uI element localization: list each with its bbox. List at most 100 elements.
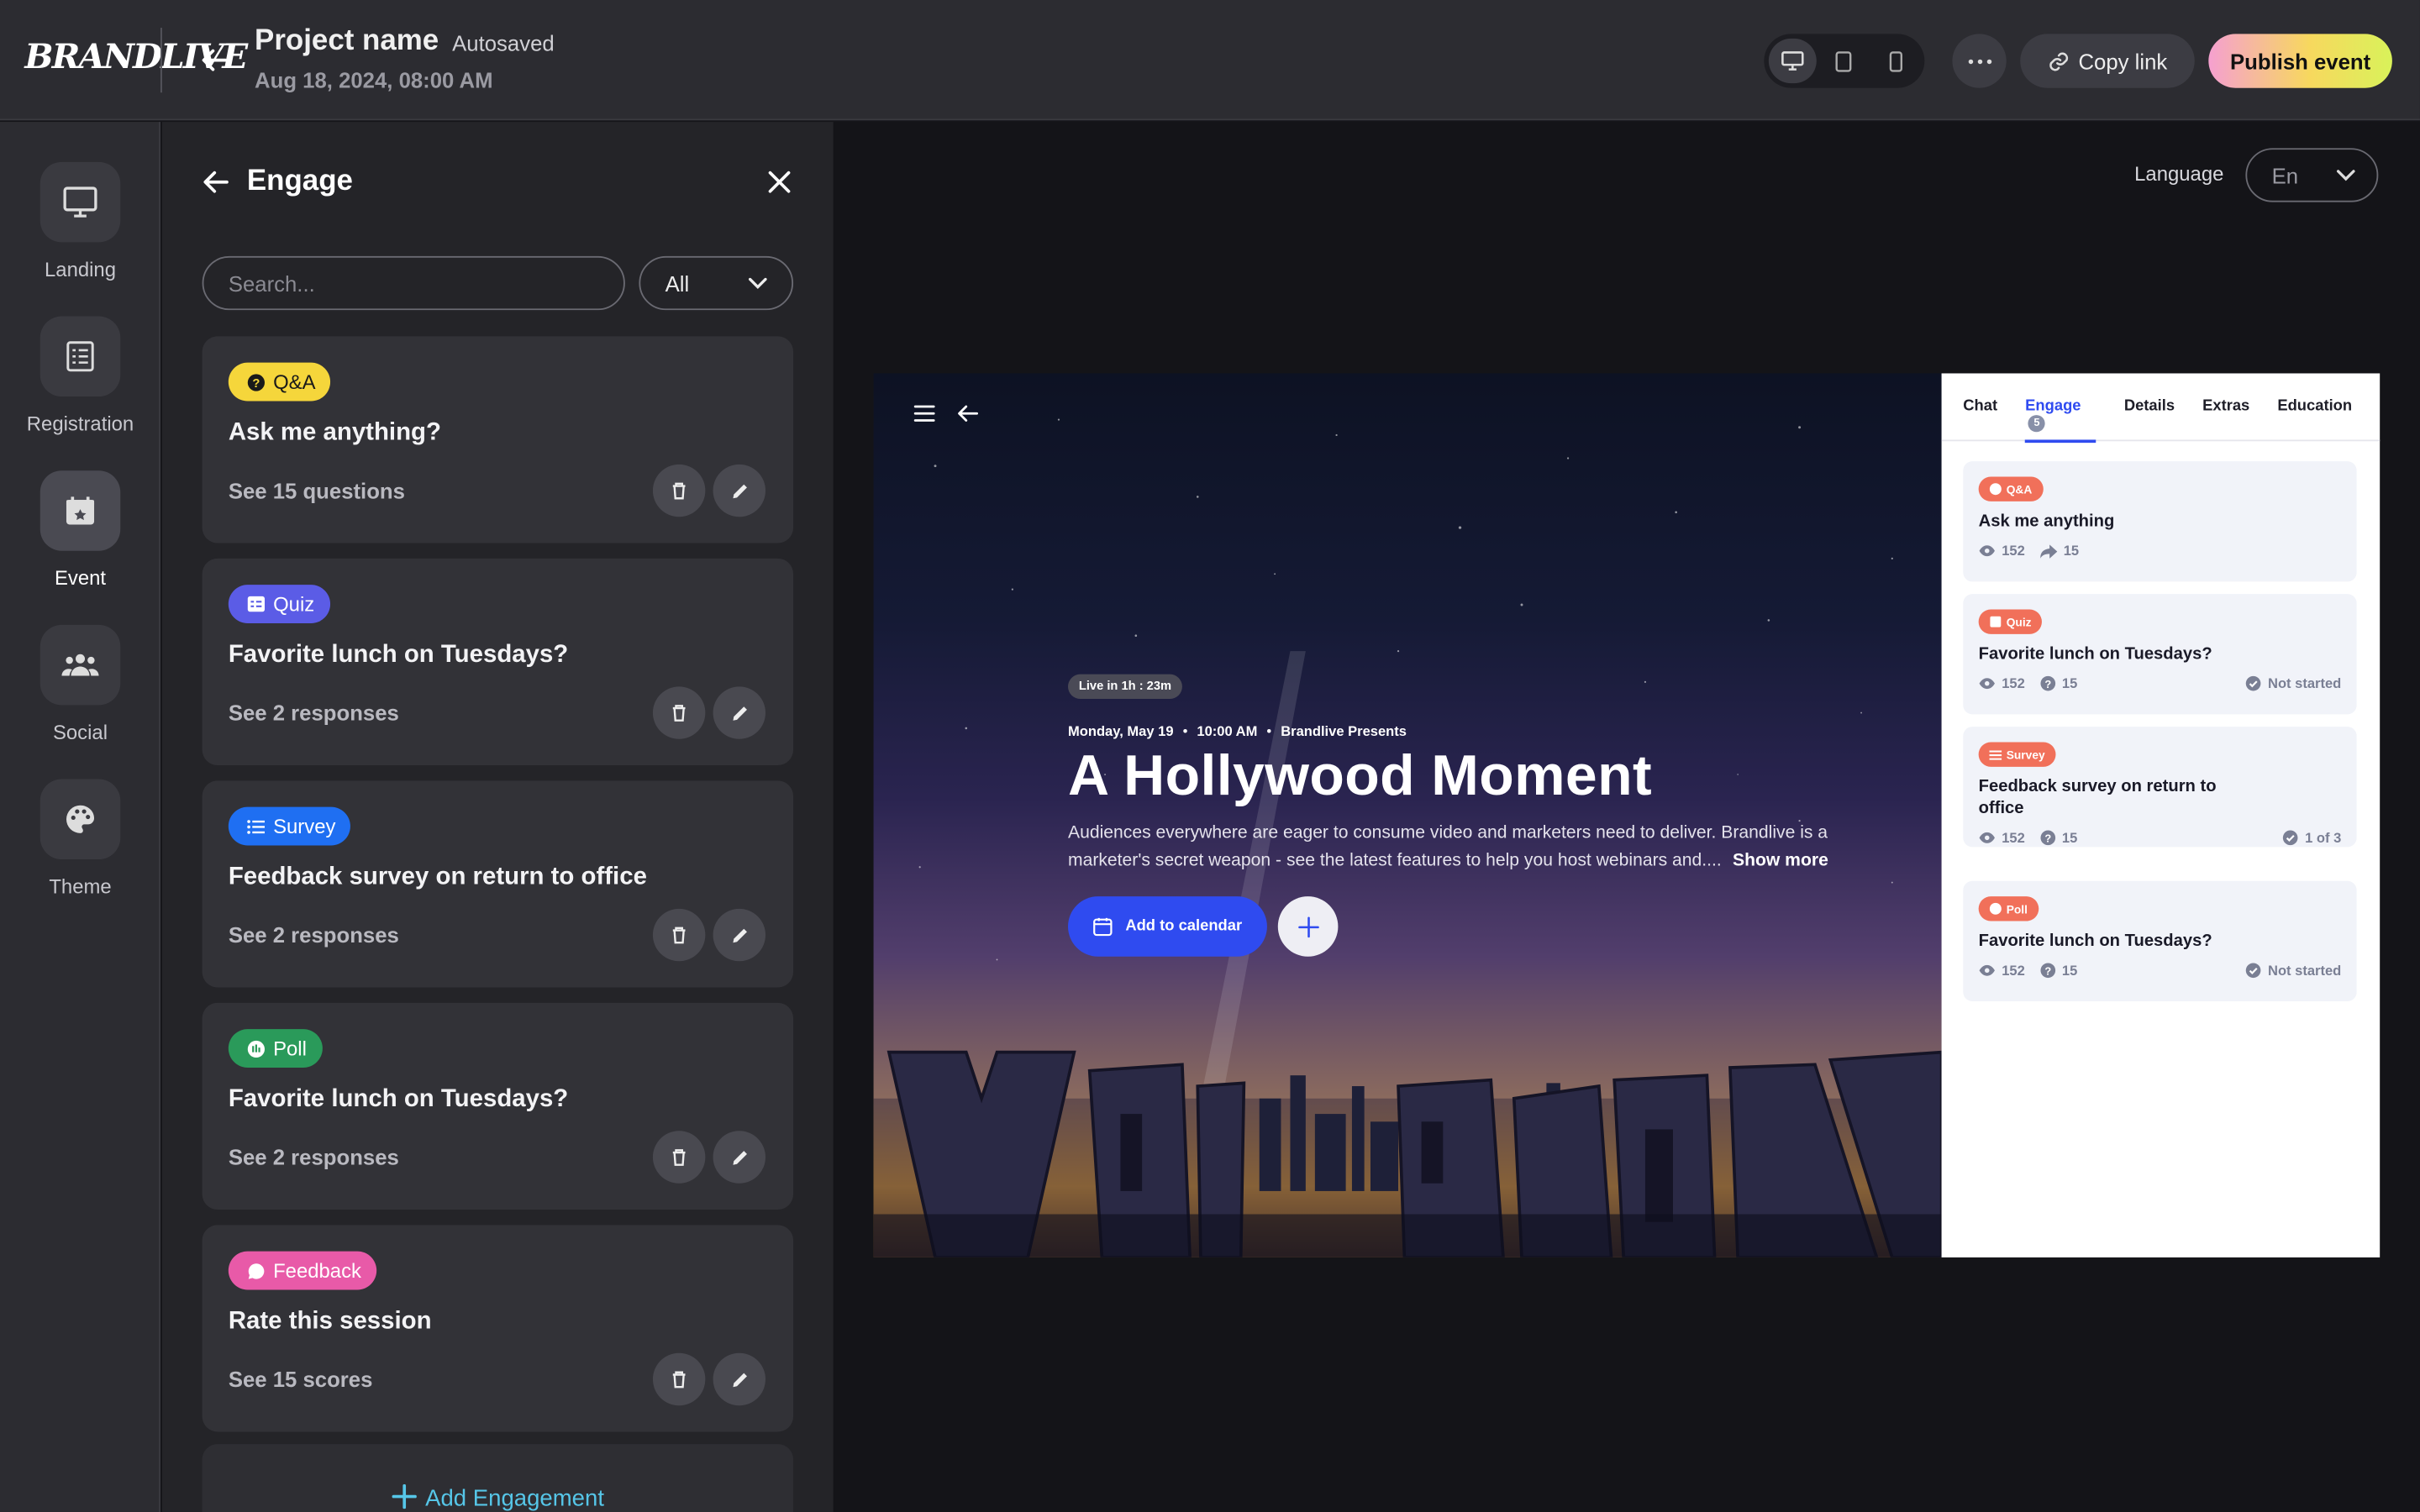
eye-icon <box>1979 964 1995 976</box>
side-engagement-card[interactable]: Q&A Ask me anything 152 15 <box>1963 461 2357 582</box>
filter-dropdown[interactable]: All <box>639 255 794 311</box>
back-arrow-icon[interactable] <box>197 43 231 76</box>
side-engagement-card[interactable]: Poll Favorite lunch on Tuesdays? 152 ? 1… <box>1963 880 2357 1002</box>
plus-icon <box>1297 916 1318 937</box>
card-link[interactable]: See 2 responses <box>229 922 399 947</box>
side-card-stats: 152 ? 15 <box>1979 963 2077 978</box>
project-date: Aug 18, 2024, 08:00 AM <box>255 67 493 93</box>
add-to-calendar-button[interactable]: Add to calendar <box>1067 896 1267 957</box>
svg-text:?: ? <box>2044 678 2051 690</box>
back-arrow-icon[interactable] <box>957 404 979 423</box>
event-side-panel: Chat Engage 5 Details Extras Education Q… <box>1941 373 2381 1257</box>
project-name[interactable]: Project name <box>255 24 439 58</box>
mobile-view-button[interactable] <box>1871 39 1920 83</box>
tab-engage[interactable]: Engage 5 <box>2025 373 2096 444</box>
rail-item-registration[interactable]: Registration <box>0 316 160 435</box>
type-badge: ? Q&A <box>228 362 331 402</box>
rail-item-social[interactable]: Social <box>0 624 160 744</box>
type-badge: Quiz <box>228 585 330 624</box>
delete-button[interactable] <box>652 1352 706 1406</box>
quiz-icon <box>247 596 265 612</box>
delete-button[interactable] <box>652 686 706 739</box>
side-card-title: Ask me anything <box>1978 512 2115 531</box>
hamburger-icon[interactable] <box>913 404 935 423</box>
engagement-card-quiz[interactable]: Quiz Favorite lunch on Tuesdays? See 2 r… <box>202 558 794 766</box>
side-card-stats: 152 ? 15 <box>1979 675 2077 691</box>
card-link[interactable]: See 2 responses <box>229 701 399 725</box>
side-engagement-card[interactable]: Quiz Favorite lunch on Tuesdays? 152 ? 1… <box>1963 594 2357 715</box>
event-preview-area: Language En Live in 1h: 23m Monday, May… <box>833 122 2420 1512</box>
check-circle-icon <box>2246 675 2262 691</box>
add-engagement-card[interactable]: Add Engagement <box>202 1444 794 1512</box>
monitor-icon <box>63 186 97 218</box>
side-engagement-card[interactable]: Survey Feedback survey on return to offi… <box>1963 727 2357 848</box>
language-label: Language <box>2134 161 2224 186</box>
tab-education[interactable]: Education <box>2277 373 2352 441</box>
side-card-status: Not started <box>2246 675 2341 691</box>
rail-item-landing[interactable]: Landing <box>0 161 160 281</box>
engagement-card-qa[interactable]: ? Q&A Ask me anything? See 15 questions <box>202 336 794 543</box>
edit-button[interactable] <box>713 1131 766 1184</box>
publish-event-button[interactable]: Publish event <box>2208 34 2392 88</box>
device-toggle <box>1764 34 1925 88</box>
card-link[interactable]: See 15 scores <box>229 1367 373 1391</box>
question-circle-icon: ? <box>2040 830 2056 846</box>
delete-button[interactable] <box>652 1131 706 1184</box>
delete-button[interactable] <box>652 908 706 962</box>
card-link[interactable]: See 2 responses <box>229 1145 399 1169</box>
side-card-title: Favorite lunch on Tuesdays? <box>1978 644 2212 664</box>
event-description: Audiences everywhere are eager to consum… <box>1068 819 1886 874</box>
edit-button[interactable] <box>713 464 766 517</box>
engagement-card-survey[interactable]: Survey Feedback survey on return to offi… <box>202 780 794 988</box>
type-badge: Survey <box>228 806 351 846</box>
type-badge: Poll <box>228 1029 323 1068</box>
close-icon[interactable] <box>762 165 796 199</box>
people-icon <box>61 654 99 676</box>
tab-details[interactable]: Details <box>2124 373 2175 441</box>
desktop-view-button[interactable] <box>1768 38 1818 84</box>
copy-link-label: Copy link <box>2078 48 2168 74</box>
tablet-view-button[interactable] <box>1820 39 1869 83</box>
question-circle-icon <box>1989 483 2002 496</box>
rail-label: Social <box>52 720 108 744</box>
more-options-button[interactable] <box>1952 34 2007 88</box>
panel-title: Engage <box>246 165 353 198</box>
stage-nav <box>913 404 979 423</box>
description-text: Audiences everywhere are eager to consum… <box>1067 823 1828 870</box>
show-more-link[interactable]: Show more <box>1733 852 1828 870</box>
rail-item-theme[interactable]: Theme <box>0 779 160 898</box>
edit-button[interactable] <box>713 1352 766 1406</box>
side-tabs: Chat Engage 5 Details Extras Education <box>1941 373 2381 444</box>
eye-icon <box>1979 678 1995 690</box>
language-select[interactable]: En <box>2245 148 2379 202</box>
svg-text:?: ? <box>252 376 260 390</box>
pencil-icon <box>732 927 747 942</box>
edit-button[interactable] <box>713 686 766 739</box>
calendar-add-icon <box>1093 917 1113 937</box>
plus-icon <box>391 1483 417 1509</box>
delete-button[interactable] <box>652 464 706 517</box>
engagement-card-poll[interactable]: Poll Favorite lunch on Tuesdays? See 2 r… <box>202 1002 794 1210</box>
engagement-card-feedback[interactable]: Feedback Rate this session See 15 scores <box>202 1225 794 1432</box>
question-circle-icon: ? <box>2040 675 2056 691</box>
side-card-status: 1 of 3 <box>2283 830 2341 846</box>
back-arrow-icon[interactable] <box>201 166 232 197</box>
side-card-status: Not started <box>2246 963 2341 978</box>
event-meta: Monday, May 19 • 10:00 AM • Brandlive Pr… <box>1068 723 1407 738</box>
mobile-icon <box>1889 50 1902 71</box>
tab-extras[interactable]: Extras <box>2202 373 2249 441</box>
search-input[interactable] <box>202 255 625 311</box>
card-link[interactable]: See 15 questions <box>229 478 405 502</box>
form-icon <box>66 341 94 372</box>
trash-icon <box>672 482 686 500</box>
edit-button[interactable] <box>713 908 766 962</box>
more-actions-button[interactable] <box>1277 896 1339 957</box>
pencil-icon <box>732 706 747 720</box>
add-engagement-button[interactable]: Add Engagement <box>203 1483 793 1512</box>
type-badge: Quiz <box>1978 609 2043 634</box>
rail-label: Event <box>54 566 107 590</box>
tab-chat[interactable]: Chat <box>1963 373 1997 441</box>
rail-item-event[interactable]: Event <box>0 470 160 590</box>
chevron-down-icon <box>2336 169 2355 181</box>
copy-link-button[interactable]: Copy link <box>2020 34 2195 88</box>
